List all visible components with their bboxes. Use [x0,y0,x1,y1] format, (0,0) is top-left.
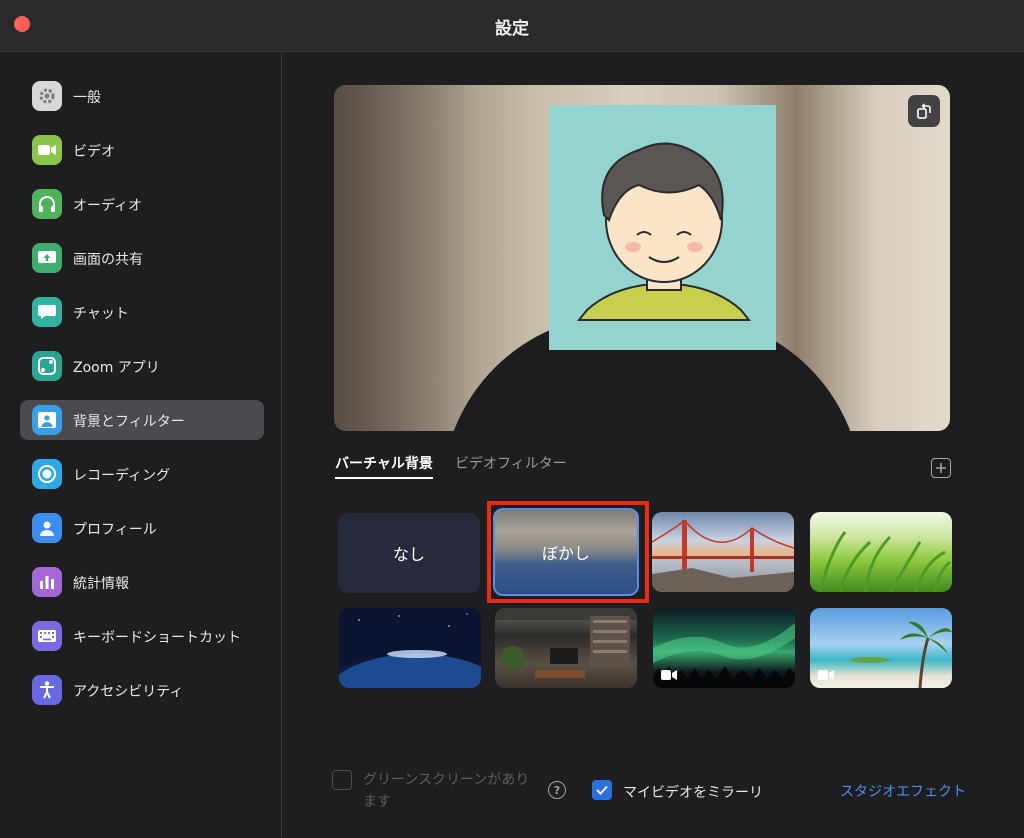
sidebar-item-keyboard-shortcuts[interactable]: キーボードショートカット [20,616,264,656]
sidebar-item-label: 一般 [73,90,101,106]
sidebar-item-label: 背景とフィルター [73,414,185,430]
sidebar-item-chat[interactable]: チャット [20,292,264,332]
sidebar-item-label: チャット [73,306,129,322]
bar-chart-icon [32,567,62,597]
active-tab-indicator [335,477,433,479]
tile-label: ぼかし [541,544,590,563]
settings-sidebar: 一般 ビデオ オーディオ 画面の共有 チャット Zoom アプリ 背景とフィルタ… [0,53,282,838]
green-screen-checkbox[interactable] [332,770,352,790]
record-icon [32,459,62,489]
gear-icon [32,81,62,111]
sidebar-item-label: Zoom アプリ [73,360,160,376]
sidebar-item-label: ビデオ [73,144,115,160]
background-filters-panel: バーチャル背景 ビデオフィルター なし ぼかし グリーンスクリーンがあります ?… [283,53,1024,838]
video-background-icon [818,670,834,680]
apps-icon [32,351,62,381]
background-golden-gate-tile[interactable] [652,512,794,592]
sidebar-item-recording[interactable]: レコーディング [20,454,264,494]
sidebar-item-statistics[interactable]: 統計情報 [20,562,264,602]
background-icon [32,405,62,435]
tab-virtual-background[interactable]: バーチャル背景 [335,453,433,473]
title-bar: 設定 [0,0,1024,52]
sidebar-item-label: 画面の共有 [73,252,143,268]
studio-effects-link[interactable]: スタジオエフェクト [840,781,966,801]
add-background-button[interactable] [931,458,951,478]
help-icon[interactable]: ? [548,781,566,799]
rotate-icon [917,103,931,119]
keyboard-icon [32,621,62,651]
window-title: 設定 [495,19,529,39]
sidebar-item-label: 統計情報 [73,576,129,592]
sidebar-item-profile[interactable]: プロフィール [20,508,264,548]
background-aurora-tile[interactable] [653,608,795,688]
sidebar-item-audio[interactable]: オーディオ [20,184,264,224]
background-beach-tile[interactable] [810,608,952,688]
video-background-icon [661,670,677,680]
accessibility-icon [32,675,62,705]
mirror-video-label: マイビデオをミラーリ [623,785,763,801]
sidebar-item-background-filters[interactable]: 背景とフィルター [20,400,264,440]
background-earth-tile[interactable] [339,608,481,688]
video-camera-icon [32,135,62,165]
sidebar-item-video[interactable]: ビデオ [20,130,264,170]
sidebar-item-zoom-apps[interactable]: Zoom アプリ [20,346,264,386]
sidebar-item-label: キーボードショートカット [73,630,241,646]
share-screen-icon [32,243,62,273]
tab-video-filters[interactable]: ビデオフィルター [455,453,567,473]
plus-icon [936,463,946,473]
sidebar-item-accessibility[interactable]: アクセシビリティ [20,670,264,710]
background-blur-tile[interactable]: ぼかし [493,508,639,596]
face-cover-illustration [549,105,776,350]
green-screen-label: グリーンスクリーンがあります [363,772,530,810]
background-grass-tile[interactable] [810,512,952,592]
checkmark-icon [596,785,608,795]
headphones-icon [32,189,62,219]
sidebar-item-share-screen[interactable]: 画面の共有 [20,238,264,278]
mirror-video-checkbox[interactable] [592,780,612,800]
sidebar-item-general[interactable]: 一般 [20,76,264,116]
chat-bubble-icon [32,297,62,327]
background-none-tile[interactable]: なし [338,513,480,593]
rotate-video-button[interactable] [908,95,940,127]
person-icon [32,513,62,543]
sidebar-item-label: オーディオ [73,198,143,214]
sidebar-item-label: アクセシビリティ [73,684,184,700]
video-preview [334,85,950,431]
sidebar-item-label: レコーディング [73,468,171,484]
background-room-tile[interactable] [495,608,637,688]
sidebar-item-label: プロフィール [73,522,157,538]
tile-label: なし [392,545,425,564]
